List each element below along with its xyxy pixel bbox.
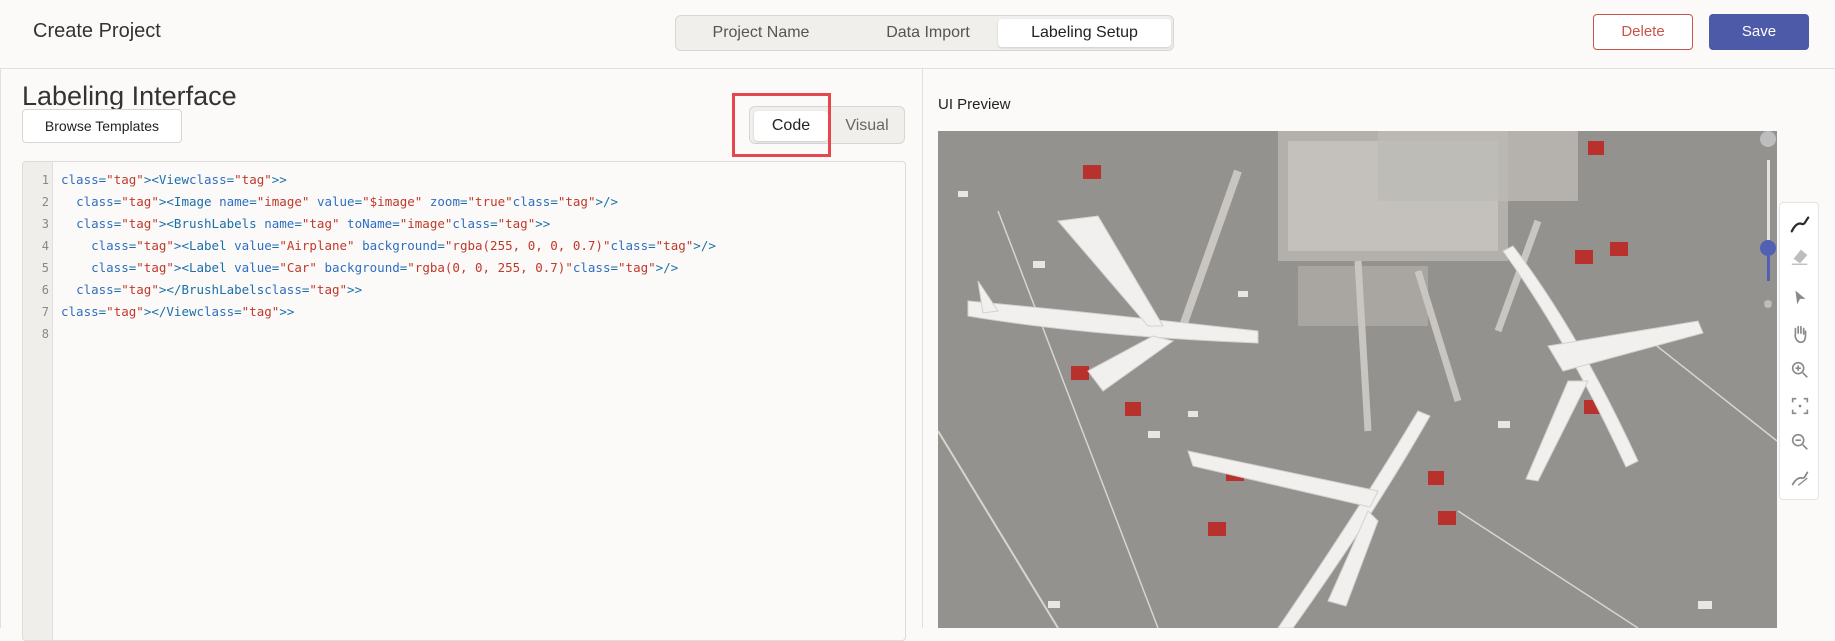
delete-button[interactable]: Delete — [1593, 14, 1693, 50]
code-line[interactable]: class="tag"></Viewclass="tag">> — [61, 304, 294, 319]
section-title: Labeling Interface — [22, 81, 237, 111]
code-line[interactable]: class="tag"><Image name="image" value="$… — [61, 194, 618, 209]
header: Create Project Project Name Data Import … — [0, 0, 1835, 69]
save-button[interactable]: Save — [1709, 14, 1809, 50]
line-number: 7 — [41, 305, 49, 319]
brush-tool[interactable] — [1784, 209, 1816, 239]
tab-labeling-setup[interactable]: Labeling Setup — [998, 19, 1171, 47]
tab-project-name[interactable]: Project Name — [680, 19, 842, 47]
zoom-out-tool[interactable] — [1784, 427, 1816, 457]
visual-mode-button[interactable]: Visual — [832, 111, 902, 141]
zoom-in-tool[interactable] — [1784, 355, 1816, 385]
zoom-slider-thumb[interactable] — [1760, 240, 1776, 256]
line-number: 3 — [41, 217, 49, 231]
airport-aerial-image — [938, 131, 1777, 628]
code-line[interactable]: class="tag"></BrushLabelsclass="tag">> — [61, 282, 362, 297]
fit-icon — [1791, 397, 1809, 415]
zoom-min-dot[interactable] — [1764, 300, 1772, 308]
line-number: 4 — [41, 239, 49, 253]
magic-brush-tool[interactable] — [1784, 463, 1816, 493]
pan-tool[interactable] — [1784, 319, 1816, 349]
magic-brush-icon — [1791, 471, 1809, 486]
eraser-icon — [1791, 249, 1808, 265]
tab-data-import[interactable]: Data Import — [846, 19, 1010, 47]
line-number: 6 — [41, 283, 49, 297]
code-line[interactable]: class="tag"><BrushLabels name="tag" toNa… — [61, 216, 550, 231]
zoom-track[interactable] — [1767, 160, 1770, 240]
preview-title: UI Preview — [938, 96, 1011, 113]
mode-toggle: Code Visual — [749, 106, 905, 144]
image-toolbar — [1779, 202, 1819, 500]
fit-tool[interactable] — [1784, 391, 1816, 421]
code-line[interactable]: class="tag"><Label value="Car" backgroun… — [61, 260, 678, 275]
zoom-in-icon — [1791, 361, 1808, 378]
preview-image[interactable] — [938, 131, 1777, 628]
code-editor[interactable]: 1 2 3 4 5 6 7 8 class="tag"><Viewclass="… — [22, 161, 906, 641]
code-line[interactable]: class="tag"><Label value="Airplane" back… — [61, 238, 716, 253]
browse-templates-button[interactable]: Browse Templates — [22, 109, 182, 143]
zoom-max-dot[interactable] — [1760, 131, 1776, 147]
line-number: 2 — [41, 195, 49, 209]
eraser-tool[interactable] — [1784, 241, 1816, 271]
zoom-track-filled[interactable] — [1767, 256, 1770, 281]
hand-icon — [1794, 325, 1807, 344]
pane-divider — [922, 69, 923, 628]
code-mode-button[interactable]: Code — [754, 111, 828, 141]
zoom-out-icon — [1791, 433, 1808, 450]
brush-icon — [1790, 216, 1810, 233]
page-title: Create Project — [33, 20, 161, 42]
line-number: 5 — [41, 261, 49, 275]
code-line[interactable]: class="tag"><Viewclass="tag">> — [61, 172, 287, 187]
labeling-config-pane: Labeling Interface Browse Templates Code… — [0, 69, 922, 641]
pointer-icon — [1795, 290, 1806, 305]
line-number: 1 — [41, 173, 49, 187]
line-gutter: 1 2 3 4 5 6 7 8 — [23, 162, 53, 640]
line-number: 8 — [41, 327, 49, 341]
select-tool[interactable] — [1784, 283, 1816, 313]
step-tabs: Project Name Data Import Labeling Setup — [675, 15, 1174, 51]
